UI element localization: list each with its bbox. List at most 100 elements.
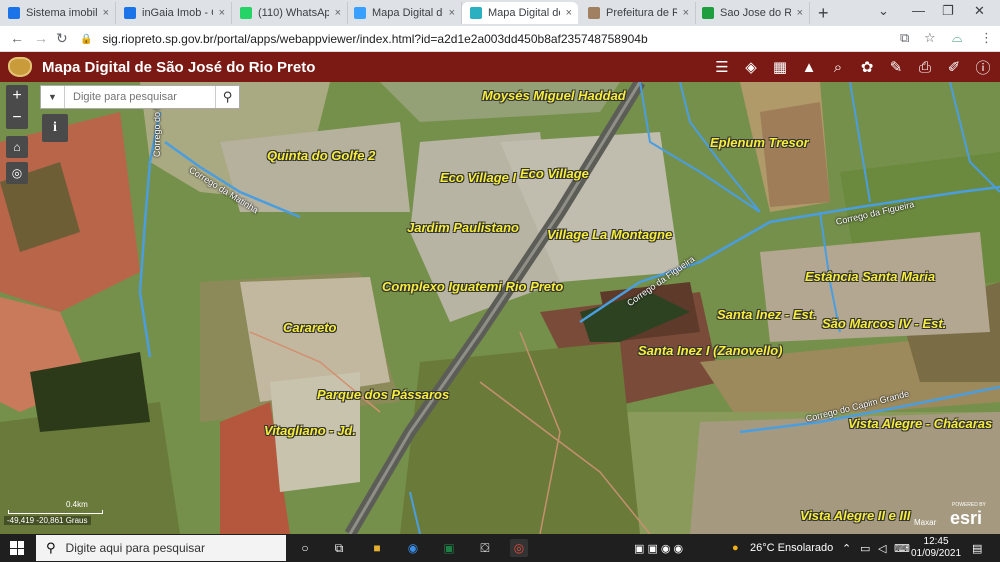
translate-icon[interactable]: ⧉ (900, 30, 909, 46)
printer-icon[interactable]: ⎙ (912, 56, 938, 78)
place-label[interactable]: São Marcos IV - Est. (822, 316, 946, 331)
reload-icon[interactable]: ↻ (56, 30, 68, 47)
browser-tab[interactable]: Sistema imobiliário × (0, 2, 116, 24)
cortana-icon[interactable]: ○ (296, 539, 314, 557)
place-label[interactable]: Vitagliano - Jd. (264, 423, 356, 438)
chrome-icon[interactable]: ◎ (510, 539, 528, 557)
place-label[interactable]: Complexo Iguatemi Rio Preto (382, 279, 563, 294)
home-button[interactable]: ⌂ (6, 136, 28, 158)
search-icon: ⚲ (46, 540, 56, 555)
browser-tab[interactable]: Sao Jose do Rio P × (694, 2, 810, 24)
esri-logo[interactable]: esri (950, 508, 982, 529)
notifications-icon[interactable]: ▤ (972, 542, 982, 555)
search-map-icon[interactable]: ⌕ (825, 56, 851, 78)
tab-favicon-icon (470, 7, 482, 19)
print-map-icon[interactable]: ✿ (854, 56, 880, 78)
coordinate-readout: -49,419 -20,861 Graus (4, 516, 91, 525)
tab-title: Prefeitura de Rio (606, 7, 677, 19)
tab-favicon-icon (354, 7, 366, 19)
app-title: Mapa Digital de São José do Rio Preto (42, 58, 316, 76)
browser-tab[interactable]: Prefeitura de Rio × (580, 2, 696, 24)
place-label[interactable]: Parque dos Pássaros (317, 387, 449, 402)
info-icon[interactable]: ⓘ (970, 56, 996, 78)
measure-icon[interactable]: ✎ (883, 56, 909, 78)
menu-dots-icon[interactable]: ⋮ (980, 30, 993, 46)
list-icon[interactable]: ☰ (709, 56, 735, 78)
volume-icon[interactable]: ◁ (878, 542, 886, 555)
network-icon[interactable]: ▭ (860, 542, 870, 555)
tab-close-icon[interactable]: × (335, 7, 341, 19)
weather-sun-icon: ● (732, 542, 739, 554)
weather-text[interactable]: 26°C Ensolarado (750, 542, 833, 554)
language-icon[interactable]: ⌨ (894, 542, 910, 555)
place-label[interactable]: Eco Village I (440, 170, 516, 185)
place-label[interactable]: Quinta do Golfe 2 (267, 148, 375, 163)
satellite-imagery (0, 82, 1000, 534)
file-explorer-icon[interactable]: ■ (368, 539, 386, 557)
header-toolbar: ☰ ◈ ▦ ▲ ⌕ ✿ ✎ ⎙ ✐ ⓘ (706, 56, 996, 78)
place-label[interactable]: Carareto (283, 320, 336, 335)
store-icon[interactable]: ⛋ (476, 539, 494, 557)
tab-title: Mapa Digital de S (488, 7, 560, 19)
windows-start-icon[interactable] (10, 541, 24, 555)
place-label[interactable]: Jardim Paulistano (407, 220, 519, 235)
tab-title: inGaia Imob - Ge (142, 7, 213, 19)
tab-title: Sao Jose do Rio P (720, 7, 791, 19)
info-button[interactable]: i (42, 114, 68, 142)
close-window-icon[interactable]: ✕ (974, 3, 985, 19)
task-view-icon[interactable]: ⧉ (330, 539, 348, 557)
graduation-cap-icon[interactable]: ▲ (796, 56, 822, 78)
place-label[interactable]: Santa Inez - Est. (717, 307, 817, 322)
tab-close-icon[interactable]: × (683, 7, 689, 19)
forward-icon[interactable]: → (34, 30, 48, 46)
search-input[interactable] (65, 86, 215, 108)
tab-close-icon[interactable]: × (449, 7, 455, 19)
browser-tab[interactable]: Mapa Digital de S × (346, 2, 462, 24)
restore-icon[interactable]: ❐ (942, 3, 954, 19)
map-view[interactable]: Moysés Miguel Haddad Quinta do Golfe 2 E… (0, 82, 1000, 534)
zoom-out-button[interactable]: − (6, 107, 28, 129)
new-tab-button[interactable]: + (818, 3, 829, 24)
layers-icon[interactable]: ◈ (738, 56, 764, 78)
place-label[interactable]: Vista Alegre II e III (800, 508, 910, 523)
zoom-control: + − (6, 85, 28, 129)
tray-chevron-icon[interactable]: ⌃ (842, 542, 851, 555)
place-label[interactable]: Vista Alegre - Chácaras (848, 416, 992, 431)
taskbar-search[interactable]: ⚲ Digite aqui para pesquisar (36, 535, 286, 561)
place-label[interactable]: Eco Village (520, 166, 589, 181)
search-icon[interactable]: ⚲ (215, 86, 239, 108)
tab-title: Sistema imobiliário (26, 7, 97, 19)
zoom-in-button[interactable]: + (6, 85, 28, 107)
taskbar-search-placeholder: Digite aqui para pesquisar (65, 541, 205, 555)
minimize-icon[interactable]: — (912, 3, 925, 18)
taskbar-clock[interactable]: 12:45 01/09/2021 (911, 536, 961, 560)
browser-tab[interactable]: Mapa Digital de S × (462, 2, 578, 24)
tray-apps-icon[interactable]: ▣ ▣ ◉ ◉ (634, 542, 683, 555)
tab-close-icon[interactable]: × (797, 7, 803, 19)
url-field[interactable]: 🔒 sig.riopreto.sp.gov.br/portal/apps/web… (80, 29, 890, 49)
place-label[interactable]: Santa Inez I (Zanovello) (638, 343, 782, 358)
extension-icon[interactable]: ⌓ (952, 30, 962, 46)
tab-title: Mapa Digital de S (372, 7, 443, 19)
excel-icon[interactable]: ▣ (440, 539, 458, 557)
tab-close-icon[interactable]: × (566, 7, 572, 19)
basemap-grid-icon[interactable]: ▦ (767, 56, 793, 78)
edit-icon[interactable]: ✐ (941, 56, 967, 78)
place-label[interactable]: Village La Montagne (547, 227, 672, 242)
browser-tab[interactable]: inGaia Imob - Ge × (116, 2, 232, 24)
place-label[interactable]: Moysés Miguel Haddad (482, 88, 626, 103)
locate-button[interactable]: ◎ (6, 162, 28, 184)
place-label[interactable]: Estância Santa Maria (805, 269, 935, 284)
tab-search-icon[interactable]: ⌄ (878, 3, 889, 19)
edge-icon[interactable]: ◉ (404, 539, 422, 557)
place-label[interactable]: Eplenum Tresor (710, 135, 809, 150)
tab-close-icon[interactable]: × (103, 7, 109, 19)
app-header: Mapa Digital de São José do Rio Preto ☰ … (0, 52, 1000, 82)
browser-tab[interactable]: (110) WhatsApp × (232, 2, 348, 24)
search-source-dropdown[interactable]: ▼ (41, 86, 65, 108)
back-icon[interactable]: ← (10, 30, 24, 46)
map-search: ▼ ⚲ (40, 85, 240, 109)
tab-favicon-icon (588, 7, 600, 19)
bookmark-star-icon[interactable]: ☆ (924, 30, 936, 46)
tab-close-icon[interactable]: × (219, 7, 225, 19)
